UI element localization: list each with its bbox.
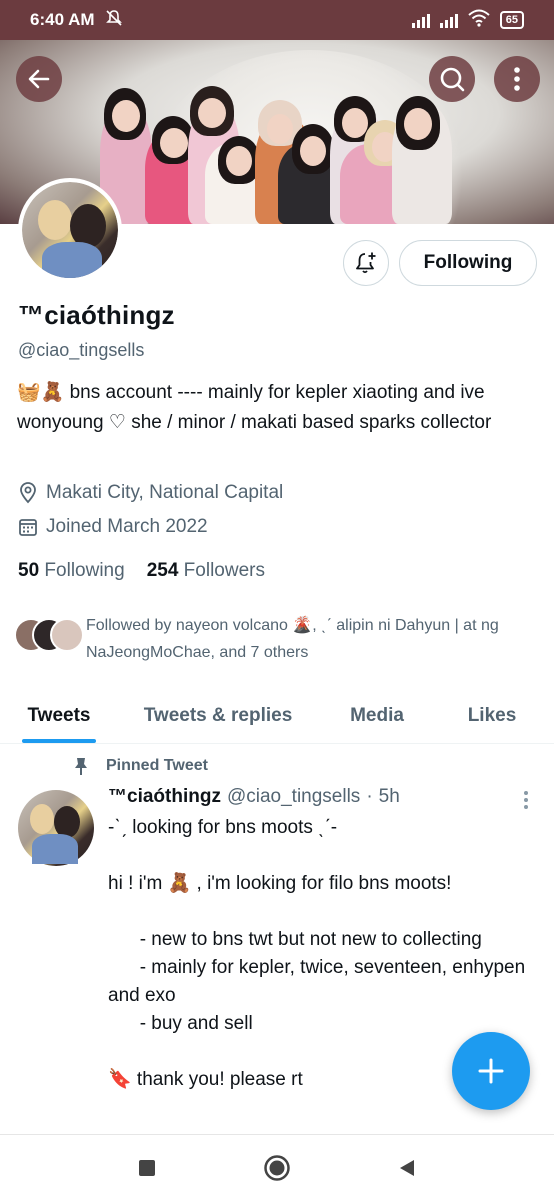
tweet-header: ™ciaóthingz @ciao_tingsells · 5h — [108, 786, 400, 808]
back-button[interactable] — [16, 56, 62, 102]
search-button[interactable] — [429, 56, 475, 102]
tweet-separator: · — [366, 786, 373, 807]
system-back-button[interactable] — [387, 1148, 427, 1188]
followed-by-text: Followed by nayeon volcano 🌋, ˎˊ alipin … — [86, 617, 499, 661]
bell-plus-icon — [356, 252, 376, 274]
compose-tweet-button[interactable] — [452, 1032, 530, 1110]
pin-icon — [75, 758, 87, 775]
profile-location: Makati City, National Capital — [18, 482, 283, 504]
tab-tweets-replies[interactable]: Tweets & replies — [136, 688, 300, 743]
arrow-left-icon — [28, 69, 50, 89]
signal-icon — [439, 12, 458, 28]
followers-label: Followers — [183, 560, 265, 581]
back-triangle-icon — [400, 1159, 414, 1176]
pinned-text: Pinned Tweet — [106, 757, 208, 774]
profile-handle: @ciao_tingsells — [18, 340, 145, 360]
tab-likes[interactable]: Likes — [464, 688, 520, 743]
profile-tabs: Tweets Tweets & replies Media Likes — [0, 688, 554, 744]
location-pin-icon — [20, 482, 36, 504]
system-nav-bar — [0, 1134, 554, 1200]
joined-text: Joined March 2022 — [46, 516, 208, 537]
followers-count: 254 — [146, 560, 179, 581]
pinned-label: Pinned Tweet — [72, 756, 208, 776]
battery-icon: 65 — [499, 11, 524, 29]
following-button[interactable]: Following — [399, 240, 537, 286]
tweet-author-handle[interactable]: @ciao_tingsells — [227, 786, 360, 808]
profile-bio: 🧺🧸 bns account ---- mainly for kepler xi… — [17, 382, 492, 433]
calendar-icon — [19, 519, 37, 536]
following-count-link[interactable]: 50 Following — [18, 560, 125, 582]
tab-tweets[interactable]: Tweets — [22, 688, 96, 743]
status-bar: 6:40 AM 65 — [0, 0, 554, 40]
profile-avatar[interactable] — [18, 178, 122, 282]
search-icon — [440, 67, 465, 92]
tab-media[interactable]: Media — [344, 688, 410, 743]
profile-display-name: ™ciaóthingz — [18, 300, 175, 330]
more-options-button[interactable] — [494, 56, 540, 102]
tweet-author-name[interactable]: ™ciaóthingz — [108, 786, 221, 808]
signal-icon — [411, 12, 430, 28]
more-vertical-icon — [514, 67, 520, 91]
tweet-avatar[interactable] — [18, 790, 94, 866]
avatar — [50, 618, 84, 652]
home-icon — [264, 1154, 290, 1181]
followed-by-avatars — [14, 618, 84, 654]
profile-joined: Joined March 2022 — [18, 516, 208, 538]
following-count: 50 — [18, 560, 40, 581]
location-text: Makati City, National Capital — [46, 482, 284, 503]
mute-icon — [105, 9, 123, 32]
followed-by[interactable]: Followed by nayeon volcano 🌋, ˎˊ alipin … — [14, 612, 539, 666]
following-label: Following — [44, 560, 125, 581]
follow-counts: 50 Following 254 Followers — [18, 560, 265, 582]
plus-icon — [478, 1058, 504, 1084]
followers-count-link[interactable]: 254 Followers — [147, 560, 265, 582]
notifications-button[interactable] — [343, 240, 389, 286]
recents-button[interactable] — [127, 1148, 167, 1188]
tweet-time: 5h — [378, 786, 400, 807]
home-button[interactable] — [257, 1148, 297, 1188]
status-time: 6:40 AM — [30, 10, 95, 29]
recents-icon — [139, 1159, 155, 1176]
wifi-icon — [468, 9, 490, 32]
tweet-more-button[interactable] — [516, 788, 536, 812]
battery-level: 65 — [505, 14, 518, 26]
